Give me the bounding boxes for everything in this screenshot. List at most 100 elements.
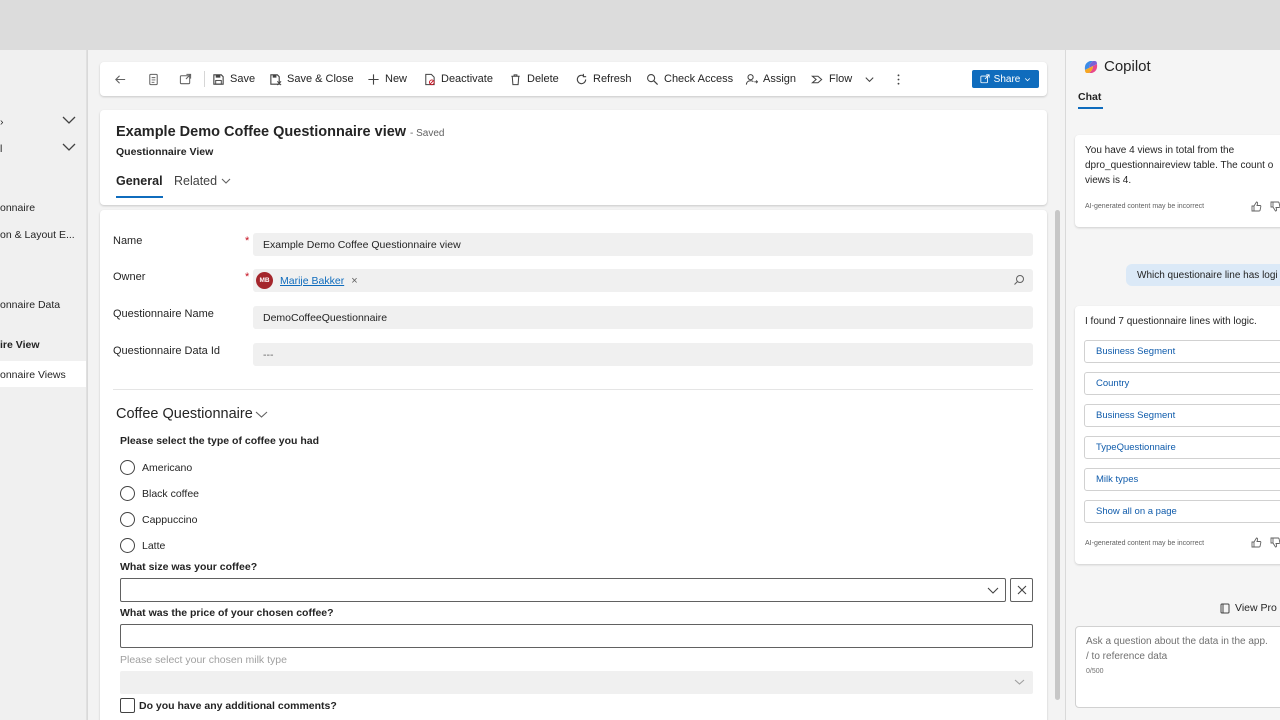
milk-type-select <box>120 671 1033 694</box>
chevron-down-icon <box>1014 679 1025 685</box>
show-all-link[interactable]: Show all on a page <box>1084 500 1280 523</box>
flow-button[interactable]: Flow <box>811 62 876 96</box>
thumbs-down-icon[interactable] <box>1270 537 1280 548</box>
chat-input[interactable]: Ask a question about the data in the app… <box>1075 626 1280 708</box>
refresh-button[interactable]: Refresh <box>575 62 632 96</box>
check-access-button[interactable]: Check Access <box>646 62 733 96</box>
more-commands-button[interactable] <box>892 62 905 96</box>
search-icon[interactable] <box>1013 274 1025 286</box>
message-text: I found 7 questionnaire lines with logic… <box>1085 316 1257 327</box>
thumbs-up-icon[interactable] <box>1251 537 1262 548</box>
thumbs-up-icon[interactable] <box>1251 201 1262 212</box>
share-button[interactable]: Share <box>972 70 1039 88</box>
refresh-label: Refresh <box>593 73 632 85</box>
person-assign-icon <box>745 73 758 85</box>
nav-mark: l <box>0 143 3 155</box>
ai-disclaimer: AI-generated content may be incorrect <box>1085 203 1205 210</box>
scrollbar-thumb[interactable] <box>1055 210 1060 700</box>
coffee-size-select[interactable] <box>120 578 1006 602</box>
radio-button[interactable] <box>120 460 135 475</box>
questionnaire-data-id-label: Questionnaire Data Id <box>113 345 221 357</box>
checkbox[interactable] <box>120 698 135 713</box>
coffee-price-input[interactable] <box>120 624 1033 648</box>
result-link-milk-types[interactable]: Milk types <box>1084 468 1280 491</box>
nav-item-layout[interactable]: on & Layout E... <box>0 229 75 241</box>
chat-input-placeholder: Ask a question about the data in the app… <box>1086 634 1268 664</box>
placeholder-line: Ask a question about the data in the app… <box>1086 636 1268 647</box>
result-link-business-segment[interactable]: Business Segment <box>1084 340 1280 363</box>
nav-item-questionnaire-data[interactable]: onnaire Data <box>0 299 60 311</box>
owner-link[interactable]: Marije Bakker <box>280 275 344 287</box>
tab-general[interactable]: General <box>116 174 163 198</box>
questionnaire-data-id-field[interactable]: --- <box>253 343 1033 366</box>
delete-button[interactable]: Delete <box>509 62 559 96</box>
record-title: Example Demo Coffee Questionnaire view <box>116 124 407 140</box>
result-link-country[interactable]: Country <box>1084 372 1280 395</box>
message-line: dpro_questionnaireview table. The count … <box>1085 160 1274 171</box>
nav-item-questionnaire[interactable]: onnaire <box>0 202 35 214</box>
name-field[interactable]: Example Demo Coffee Questionnaire view <box>253 233 1033 256</box>
new-label: New <box>385 73 408 85</box>
radio-label: Americano <box>142 461 193 474</box>
chevron-down-icon[interactable] <box>62 115 76 129</box>
required-marker: * <box>245 271 250 283</box>
question-coffee-price: What was the price of your chosen coffee… <box>120 607 334 619</box>
save-button[interactable]: Save <box>212 62 255 96</box>
assign-label: Assign <box>763 73 797 85</box>
questionnaire-name-field[interactable]: DemoCoffeeQuestionnaire <box>253 306 1033 329</box>
result-link-business-segment[interactable]: Business Segment <box>1084 404 1280 427</box>
clear-selection-button[interactable] <box>1010 578 1033 602</box>
assign-button[interactable]: Assign <box>745 62 796 96</box>
radio-button[interactable] <box>120 512 135 527</box>
record-header: Example Demo Coffee Questionnaire view -… <box>100 110 1047 205</box>
entity-name: Questionnaire View <box>116 146 214 158</box>
toolbar-divider <box>204 71 205 87</box>
ai-disclaimer: AI-generated content may be incorrect <box>1085 540 1205 547</box>
view-prompts-button[interactable]: View Pro <box>1220 602 1277 614</box>
radio-button[interactable] <box>120 486 135 501</box>
tab-chat[interactable]: Chat <box>1078 91 1104 109</box>
plus-icon <box>368 73 379 85</box>
open-new-window-button[interactable] <box>179 62 192 96</box>
view-prompts-label: View Pro <box>1235 602 1277 614</box>
new-button[interactable]: New <box>367 62 407 96</box>
document-icon <box>149 73 158 85</box>
save-close-label: Save & Close <box>287 73 354 85</box>
radio-label: Black coffee <box>142 487 200 500</box>
radio-button[interactable] <box>120 538 135 553</box>
chevron-down-icon[interactable] <box>62 142 76 156</box>
trash-icon <box>511 73 520 85</box>
name-label: Name <box>113 235 143 247</box>
save-and-close-button[interactable]: Save & Close <box>269 62 354 96</box>
placeholder-line: / to reference data <box>1086 651 1168 662</box>
radio-black-coffee[interactable]: Black coffee <box>120 486 199 501</box>
radio-americano[interactable]: Americano <box>120 460 192 475</box>
flow-icon <box>811 75 823 83</box>
chevron-down-icon <box>221 178 231 184</box>
chevron-down-icon <box>865 76 874 82</box>
nav-item-questionnaire-views[interactable]: onnaire Views <box>0 369 66 381</box>
additional-comments-checkbox-row[interactable]: Do you have any additional comments? <box>120 698 337 713</box>
section-divider <box>113 389 1033 390</box>
back-button[interactable] <box>114 62 127 96</box>
character-counter: 0/500 <box>1086 668 1104 675</box>
question-milk-type: Please select your chosen milk type <box>120 654 287 666</box>
nav-mark: › <box>0 116 4 128</box>
checkbox-label: Do you have any additional comments? <box>139 699 337 712</box>
form-view-button[interactable] <box>147 62 160 96</box>
thumbs-down-icon[interactable] <box>1270 201 1280 212</box>
left-navigation: › l onnaire on & Layout E... onnaire Dat… <box>0 50 87 720</box>
owner-remove-button[interactable]: × <box>351 275 357 287</box>
more-vertical-icon <box>897 73 900 85</box>
message-line: views is 4. <box>1085 175 1132 186</box>
radio-cappuccino[interactable]: Cappuccino <box>120 512 197 527</box>
copilot-panel: Copilot Chat You have 4 views in total f… <box>1066 50 1280 720</box>
deactivate-button[interactable]: Deactivate <box>423 62 493 96</box>
radio-latte[interactable]: Latte <box>120 538 165 553</box>
tab-related[interactable]: Related <box>174 174 231 188</box>
owner-field[interactable]: MB Marije Bakker × <box>253 269 1033 292</box>
section-title[interactable]: Coffee Questionnaire <box>116 406 268 422</box>
form-scrollbar[interactable] <box>1054 210 1061 720</box>
command-bar: Save Save & Close New Deactivate Delete … <box>100 62 1047 96</box>
result-link-type-questionnaire[interactable]: TypeQuestionnaire <box>1084 436 1280 459</box>
